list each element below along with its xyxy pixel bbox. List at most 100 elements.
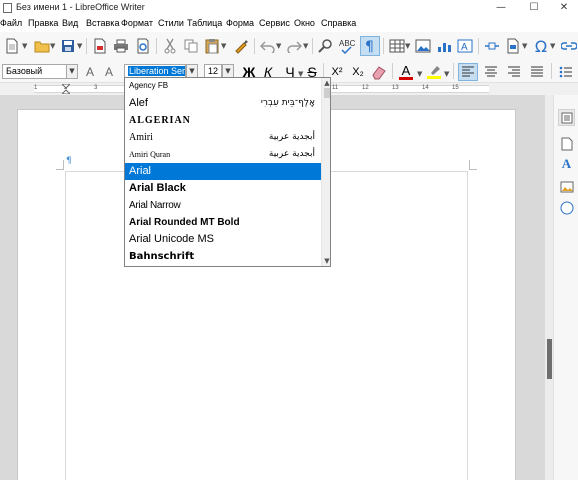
scrollbar-thumb[interactable] (547, 339, 552, 379)
update-style-icon: A (85, 65, 94, 79)
print-preview-icon (137, 38, 149, 54)
textbox-icon: A (457, 39, 473, 53)
sidebar-gallery-button[interactable] (558, 178, 575, 195)
font-name-dropdown-list[interactable]: Agency FB Alef אָלֶף־בֵּית עִבְרִי ALGER… (124, 77, 331, 267)
insert-page-button[interactable] (503, 36, 523, 56)
align-left-button[interactable] (458, 63, 478, 81)
scroll-down-arrow[interactable]: ▼ (323, 257, 330, 265)
vertical-scrollbar[interactable] (545, 95, 553, 480)
font-list-scrollbar[interactable]: ▲ ▼ (321, 78, 330, 266)
insert-image-button[interactable] (413, 36, 433, 56)
window-title: Без имени 1 - LibreOffice Writer (16, 2, 145, 12)
cut-button[interactable] (160, 36, 180, 56)
copy-button[interactable] (181, 36, 201, 56)
formatting-marks-toggle[interactable]: ¶ (360, 36, 380, 56)
insert-chart-button[interactable] (434, 36, 454, 56)
justify-button[interactable] (527, 63, 547, 81)
open-button[interactable] (32, 36, 52, 56)
spellcheck-icon: ABC (339, 39, 356, 54)
align-right-button[interactable] (504, 63, 524, 81)
font-option-alef[interactable]: Alef אָלֶף־בֵּית עִבְרִי (125, 95, 321, 112)
font-option-amiri-quran[interactable]: Amiri Quran أبجدية عربية (125, 146, 321, 163)
clipboard-icon (205, 39, 219, 54)
close-button[interactable]: ✕ (548, 0, 578, 16)
menu-table[interactable]: Таблица (187, 18, 222, 28)
align-center-button[interactable] (481, 63, 501, 81)
insert-textbox-button[interactable]: A (455, 36, 475, 56)
paragraph-style-dropdown-button[interactable]: ▼ (66, 64, 78, 79)
paste-dropdown-arrow[interactable]: ▼ (221, 43, 227, 50)
highlight-dropdown-arrow[interactable]: ▼ (444, 71, 450, 78)
menu-tools[interactable]: Сервис (259, 18, 290, 28)
menu-file[interactable]: Файл (0, 18, 22, 28)
sidebar-deck: A (553, 95, 578, 480)
sidebar-menu-button[interactable] (558, 109, 575, 126)
menu-help[interactable]: Справка (321, 18, 356, 28)
redo-dropdown-arrow[interactable]: ▼ (303, 43, 309, 50)
sidebar-styles-button[interactable]: A (558, 155, 575, 172)
hyperlink-button[interactable] (559, 36, 578, 56)
maximize-button[interactable]: ☐ (518, 0, 550, 16)
font-option-algerian[interactable]: ALGERIAN (125, 112, 321, 129)
font-option-arial[interactable]: Arial (125, 163, 321, 180)
save-button[interactable] (58, 36, 78, 56)
eraser-icon (372, 66, 386, 80)
indent-marker[interactable] (62, 84, 70, 94)
font-list-scroll-thumb[interactable] (324, 88, 330, 98)
menu-insert[interactable]: Вставка (86, 18, 119, 28)
sidebar-properties-button[interactable] (558, 135, 575, 152)
font-color-button[interactable]: A (397, 63, 415, 81)
clear-formatting-button[interactable] (370, 63, 388, 81)
highlight-button[interactable] (425, 63, 443, 81)
field-icon (485, 42, 499, 50)
special-character-button[interactable]: Ω (531, 36, 551, 56)
printer-icon (114, 39, 128, 53)
font-option-agency-fb[interactable]: Agency FB (125, 78, 321, 95)
menu-window[interactable]: Окно (294, 18, 315, 28)
font-option-amiri[interactable]: Amiri أبجدية عربية (125, 129, 321, 146)
ruler-number: 11 (332, 85, 339, 91)
bullet-list-icon (559, 66, 572, 78)
update-style-button[interactable]: A (82, 63, 98, 81)
find-replace-button[interactable] (316, 36, 336, 56)
new-style-button[interactable]: A (101, 63, 117, 81)
menu-styles[interactable]: Стили (158, 18, 184, 28)
print-preview-button[interactable] (133, 36, 153, 56)
page-dropdown-arrow[interactable]: ▼ (522, 43, 528, 50)
bullets-button[interactable] (556, 63, 576, 81)
new-document-button[interactable] (2, 36, 22, 56)
save-dropdown-arrow[interactable]: ▼ (77, 43, 83, 50)
font-option-bahnschrift[interactable]: Bahnschrift (125, 248, 321, 266)
menu-format[interactable]: Формат (121, 18, 153, 28)
undo-button[interactable] (258, 36, 278, 56)
export-pdf-button[interactable] (90, 36, 110, 56)
print-button[interactable] (111, 36, 131, 56)
paragraph-style-combo[interactable]: Базовый (2, 64, 67, 79)
table-icon (389, 39, 405, 53)
scroll-up-arrow[interactable]: ▲ (323, 79, 330, 87)
special-char-dropdown-arrow[interactable]: ▼ (550, 43, 556, 50)
paste-button[interactable] (202, 36, 222, 56)
font-option-arial-narrow[interactable]: Arial Narrow (125, 197, 321, 214)
spelling-button[interactable]: ABC (338, 36, 358, 56)
menu-view[interactable]: Вид (62, 18, 78, 28)
new-dropdown-arrow[interactable]: ▼ (22, 43, 28, 50)
menu-edit[interactable]: Правка (28, 18, 58, 28)
table-dropdown-arrow[interactable]: ▼ (405, 43, 411, 50)
clone-formatting-button[interactable] (231, 36, 251, 56)
font-option-arial-unicode-ms[interactable]: Arial Unicode MS (125, 231, 321, 248)
sidebar-navigator-button[interactable] (558, 199, 575, 216)
font-color-dropdown-arrow[interactable]: ▼ (417, 71, 423, 78)
font-option-arial-black[interactable]: Arial Black (125, 180, 321, 197)
undo-dropdown-arrow[interactable]: ▼ (276, 43, 282, 50)
minimize-button[interactable]: — (485, 0, 517, 16)
insert-field-button[interactable] (482, 36, 502, 56)
ruler-number: 3 (94, 85, 98, 91)
highlighter-icon (427, 66, 441, 79)
open-dropdown-arrow[interactable]: ▼ (50, 43, 56, 50)
menu-form[interactable]: Форма (226, 18, 254, 28)
subscript-button[interactable]: X₂ (349, 63, 367, 81)
insert-table-button[interactable] (387, 36, 407, 56)
font-option-arial-rounded-mt-bold[interactable]: Arial Rounded MT Bold (125, 214, 321, 231)
redo-button[interactable] (284, 36, 304, 56)
